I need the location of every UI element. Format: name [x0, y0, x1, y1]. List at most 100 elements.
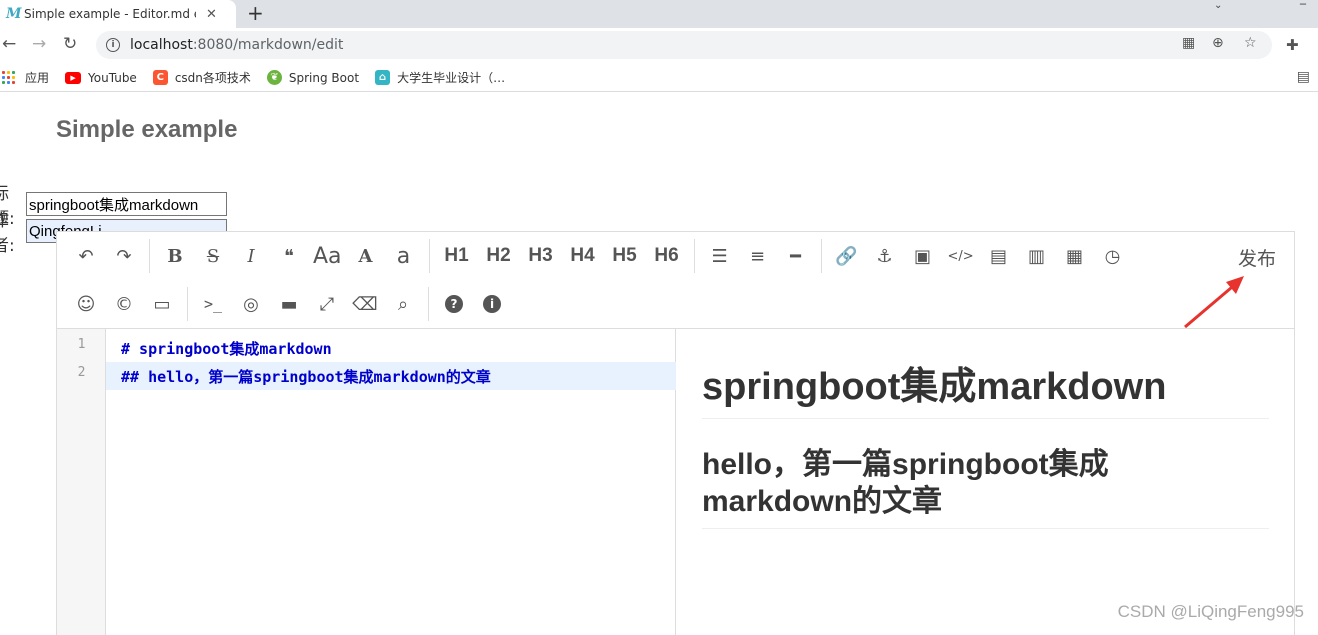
- uppercase-button[interactable]: Aa: [308, 241, 347, 271]
- lowercase-icon: a: [396, 243, 411, 269]
- zoom-icon[interactable]: ⊕: [1212, 35, 1224, 51]
- preformatted-button[interactable]: ▥: [1018, 241, 1056, 271]
- pagebreak-icon: ▭: [153, 293, 171, 315]
- preformatted-icon: ▥: [1028, 245, 1046, 267]
- redo-icon: ↷: [116, 245, 132, 267]
- close-icon[interactable]: ✕: [206, 7, 217, 22]
- link-button[interactable]: 🔗: [828, 241, 866, 271]
- inline-code-button[interactable]: </>: [942, 241, 980, 271]
- h2-icon: H2: [486, 245, 511, 266]
- h1-button[interactable]: H1: [436, 241, 478, 271]
- toolbar-row-2: ☺ © ▭ >_ ◎ ▬ ⤢ ⌫ ⌕? i: [57, 280, 511, 328]
- url-path: :8080/markdown/edit: [192, 37, 344, 53]
- back-arrow-icon[interactable]: ←: [2, 34, 16, 54]
- h5-button[interactable]: H5: [604, 241, 646, 271]
- preview-pane: springboot集成markdown hello，第一篇springboot…: [677, 329, 1294, 635]
- preview-icon: ▬: [280, 293, 298, 315]
- quote-icon: ❝: [284, 245, 294, 267]
- undo-icon: ↶: [78, 245, 94, 267]
- bold-icon: B: [167, 245, 183, 267]
- line-number: 1: [77, 337, 86, 352]
- pagebreak-button[interactable]: ▭: [143, 289, 181, 319]
- h6-button[interactable]: H6: [646, 241, 688, 271]
- strikethrough-button[interactable]: S: [194, 241, 232, 271]
- preview-heading-2-line: markdown的文章: [702, 485, 943, 518]
- goto-line-button[interactable]: >_: [194, 289, 232, 319]
- unordered-list-icon: ☰: [711, 245, 728, 267]
- bookmark-graduation[interactable]: ⌂ 大学生毕业设计（…: [375, 69, 505, 86]
- unordered-list-button[interactable]: ☰: [701, 241, 739, 271]
- new-tab-button[interactable]: +: [247, 1, 264, 25]
- reading-list-icon[interactable]: ▤: [1297, 69, 1310, 85]
- fullscreen-button[interactable]: ⤢: [308, 289, 346, 319]
- toolbar-separator: [428, 239, 430, 273]
- watch-icon: ◎: [243, 293, 259, 315]
- bookmark-apps[interactable]: 应用: [2, 69, 49, 86]
- toolbar-separator: [820, 239, 822, 273]
- table-button[interactable]: ▦: [1056, 241, 1094, 271]
- undo-button[interactable]: ↶: [67, 241, 105, 271]
- info-icon: i: [483, 295, 501, 313]
- search-button[interactable]: ⌕: [384, 289, 422, 319]
- markdown-editor: ↶ ↷ B S I ❝ Aa Aa H1 H2 H3 H4 H5 H6 ☰ ≡ ━ 🔗 ⚓ ▣ </> ▤ ▥ ▦ ◷ ☺ © ▭ >…: [56, 231, 1295, 635]
- publish-button[interactable]: 发布: [1238, 244, 1276, 271]
- bookmark-label: Spring Boot: [288, 70, 360, 85]
- datetime-button[interactable]: ◷: [1094, 241, 1132, 271]
- code-line-active[interactable]: ## hello，第一篇springboot集成markdown的文章: [106, 362, 676, 390]
- bookmark-csdn[interactable]: C csdn各项技术: [152, 69, 251, 86]
- html-entities-icon: ©: [115, 293, 133, 315]
- star-icon[interactable]: ☆: [1244, 35, 1257, 51]
- ordered-list-button[interactable]: ≡: [739, 241, 777, 271]
- code-block-button[interactable]: ▤: [980, 241, 1018, 271]
- preview-heading-2: hello，第一篇springboot集成 markdown的文章: [702, 446, 1269, 529]
- html-entities-button[interactable]: ©: [105, 289, 143, 319]
- bookmark-spring-boot[interactable]: ❦ Spring Boot: [266, 70, 360, 85]
- browser-tab[interactable]: M Simple example - Editor.md ex ✕: [0, 0, 236, 28]
- reload-icon[interactable]: ↻: [63, 34, 77, 54]
- redo-button[interactable]: ↷: [105, 241, 143, 271]
- watch-button[interactable]: ◎: [232, 289, 270, 319]
- quote-button[interactable]: ❝: [270, 241, 308, 271]
- ordered-list-icon: ≡: [749, 245, 766, 267]
- anchor-button[interactable]: ⚓: [866, 241, 904, 271]
- h3-icon: H3: [528, 245, 553, 266]
- browser-nav-bar: ← → ↻ i localhost:8080/markdown/edit ▦ ⊕…: [0, 28, 1318, 64]
- clear-button[interactable]: ⌫: [346, 289, 384, 319]
- address-bar[interactable]: i localhost:8080/markdown/edit ▦ ⊕ ☆: [96, 31, 1272, 59]
- help-button[interactable]: ?: [435, 289, 473, 319]
- info-icon[interactable]: i: [106, 38, 120, 52]
- spring-icon: ❦: [266, 70, 282, 85]
- chevron-down-icon[interactable]: ⌄: [1214, 0, 1222, 11]
- h3-button[interactable]: H3: [520, 241, 562, 271]
- h2-button[interactable]: H2: [478, 241, 520, 271]
- bookmark-label: 大学生毕业设计（…: [397, 71, 506, 85]
- italic-button[interactable]: I: [232, 241, 270, 271]
- code-pane[interactable]: 1 2 # springboot集成markdown ## hello，第一篇s…: [57, 329, 676, 635]
- minimize-icon[interactable]: ‾: [1300, 2, 1306, 16]
- bookmark-youtube[interactable]: ▶ YouTube: [65, 71, 137, 85]
- bold-button[interactable]: B: [156, 241, 194, 271]
- forward-arrow-icon[interactable]: →: [32, 34, 46, 54]
- h5-icon: H5: [612, 245, 637, 266]
- uppercase-first-button[interactable]: A: [347, 241, 385, 271]
- line-gutter: 1 2: [57, 329, 106, 635]
- preview-heading-1: springboot集成markdown: [702, 355, 1269, 419]
- image-button[interactable]: ▣: [904, 241, 942, 271]
- toolbar-separator: [149, 239, 150, 273]
- h4-button[interactable]: H4: [562, 241, 604, 271]
- qr-code-icon[interactable]: ▦: [1182, 35, 1195, 51]
- h6-icon: H6: [654, 245, 679, 266]
- graduation-icon: ⌂: [375, 70, 391, 85]
- h1-icon: H1: [444, 245, 469, 266]
- emoji-icon: ☺: [76, 293, 96, 315]
- info-button[interactable]: i: [473, 289, 511, 319]
- author-label: 作者:: [0, 211, 15, 256]
- lowercase-button[interactable]: a: [385, 241, 423, 271]
- extensions-icon[interactable]: ✚: [1286, 36, 1299, 54]
- emoji-button[interactable]: ☺: [67, 289, 105, 319]
- url-host: localhost: [130, 37, 193, 53]
- code-line[interactable]: # springboot集成markdown: [106, 334, 676, 362]
- horizontal-rule-button[interactable]: ━: [777, 241, 815, 271]
- toolbar-separator: [693, 239, 695, 273]
- preview-button[interactable]: ▬: [270, 289, 308, 319]
